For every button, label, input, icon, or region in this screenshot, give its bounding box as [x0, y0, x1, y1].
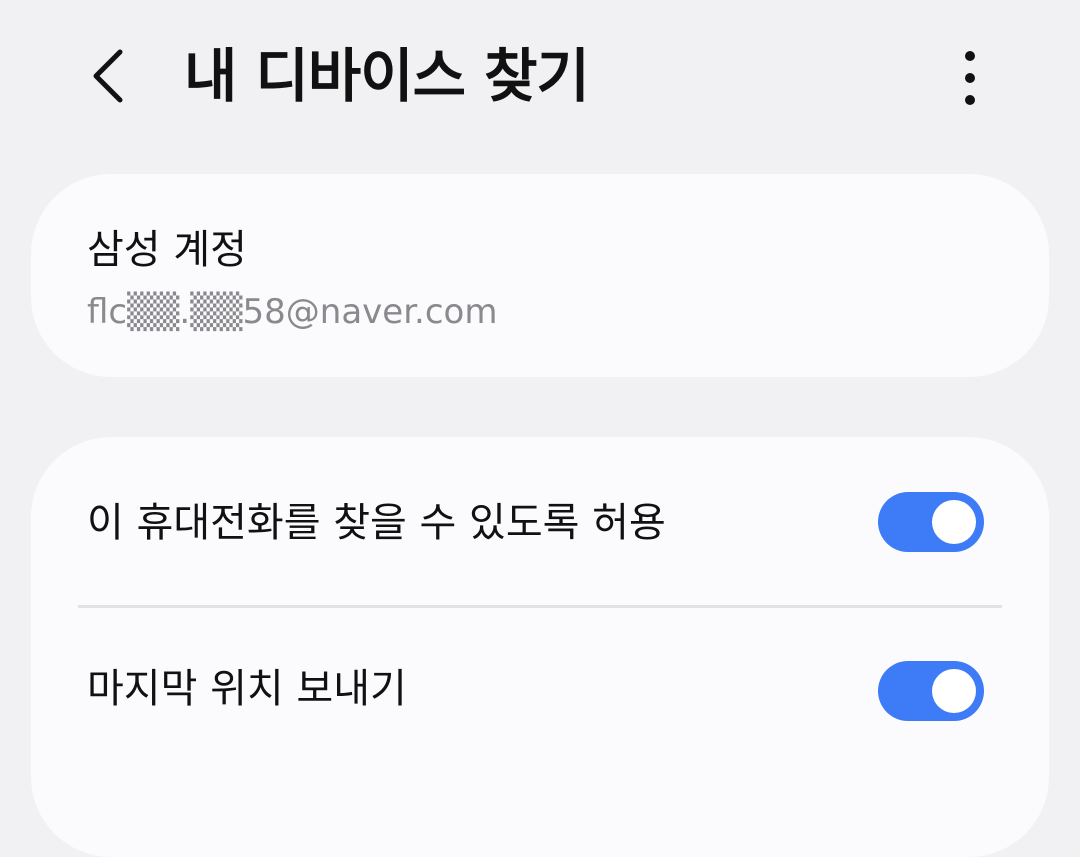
more-vertical-icon — [965, 51, 975, 105]
allow-find-phone-row[interactable]: 이 휴대전화를 찾을 수 있도록 허용 — [31, 437, 1049, 605]
allow-find-phone-label: 이 휴대전화를 찾을 수 있도록 허용 — [87, 500, 666, 546]
send-last-location-row[interactable]: 마지막 위치 보내기 — [31, 607, 1049, 775]
account-email: flc▒▒.▒▒58@naver.com — [87, 292, 498, 332]
samsung-account-card[interactable]: 삼성 계정 flc▒▒.▒▒58@naver.com — [31, 174, 1049, 377]
account-title: 삼성 계정 — [87, 227, 247, 273]
send-last-location-label: 마지막 위치 보내기 — [87, 666, 407, 712]
send-last-location-toggle[interactable] — [878, 661, 984, 721]
app-header: 내 디바이스 찾기 — [0, 0, 1080, 160]
chevron-left-icon — [93, 49, 123, 103]
page-title: 내 디바이스 찾기 — [184, 42, 590, 110]
back-button[interactable] — [74, 40, 142, 112]
toggle-knob — [932, 669, 976, 713]
settings-card: 이 휴대전화를 찾을 수 있도록 허용 마지막 위치 보내기 — [31, 437, 1049, 857]
allow-find-phone-toggle[interactable] — [878, 492, 984, 552]
more-options-button[interactable] — [940, 40, 1000, 112]
toggle-knob — [932, 500, 976, 544]
